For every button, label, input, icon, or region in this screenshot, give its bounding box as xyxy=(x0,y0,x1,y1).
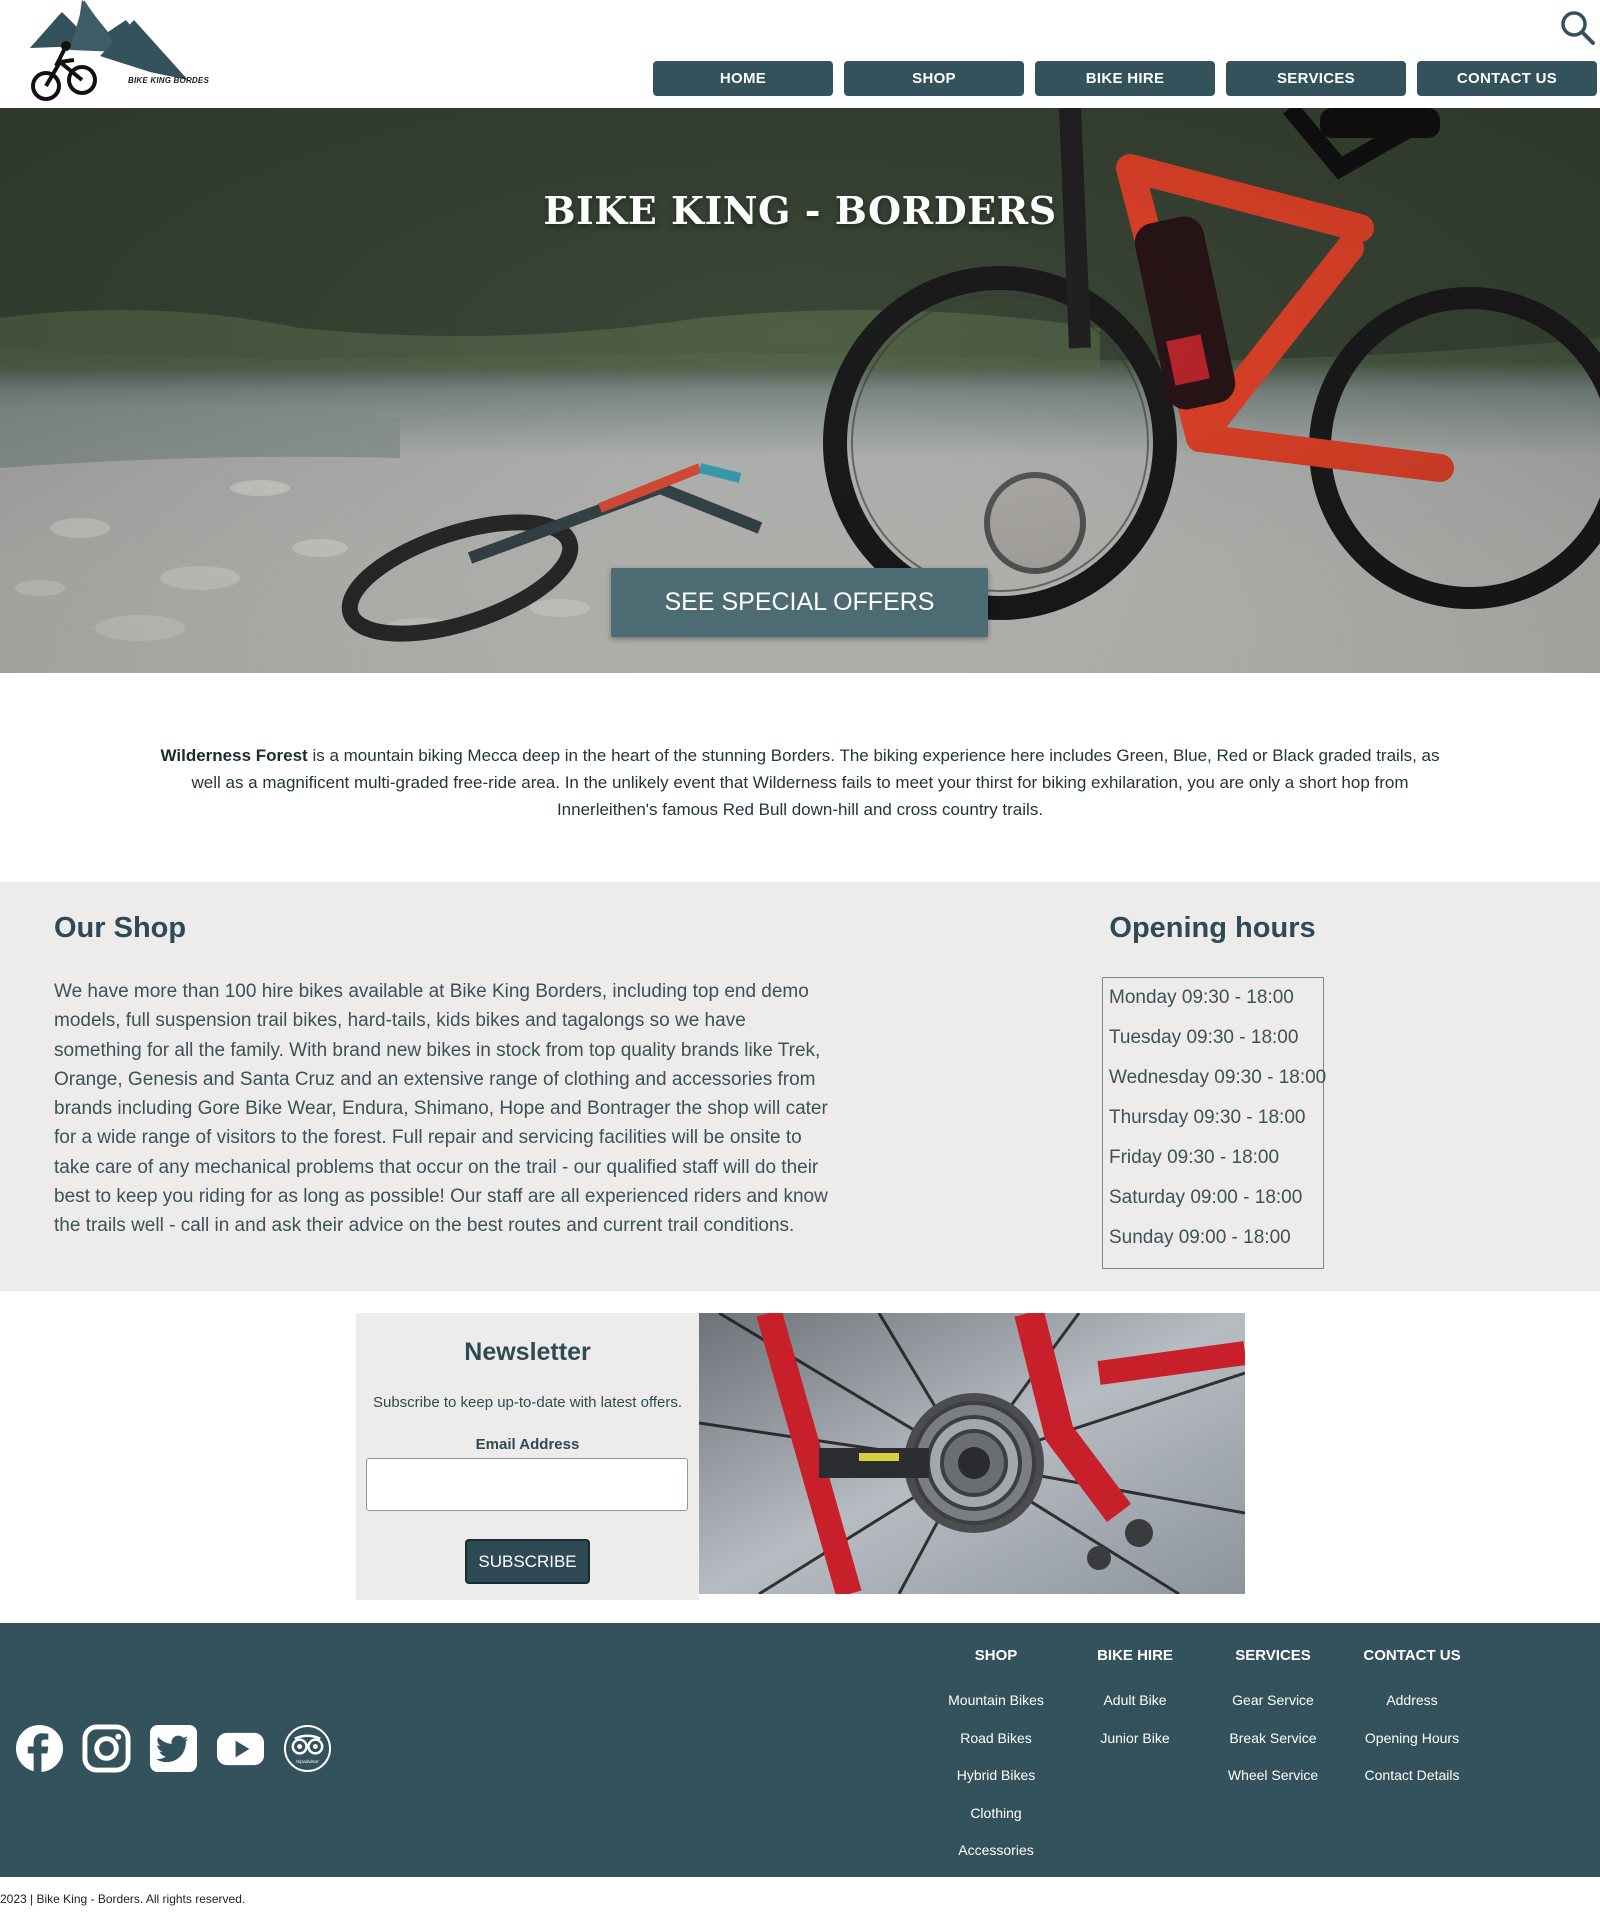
search-button[interactable] xyxy=(1560,10,1596,46)
shop-description: We have more than 100 hire bikes availab… xyxy=(54,981,828,1237)
hours-row-tuesday: Tuesday 09:30 - 18:00 xyxy=(1109,1027,1299,1048)
footer-col-bike-hire: BIKE HIRE Adult Bike Junior Bike xyxy=(1065,1647,1205,1766)
logo-mark-icon xyxy=(30,0,188,101)
footer-link-gear-service[interactable]: Gear Service xyxy=(1203,1691,1343,1729)
footer-col-services: SERVICES Gear Service Break Service Whee… xyxy=(1203,1647,1343,1804)
footer-link-junior-bike[interactable]: Junior Bike xyxy=(1065,1729,1205,1767)
instagram-icon[interactable] xyxy=(82,1724,131,1773)
footer-contact-us-title[interactable]: CONTACT US xyxy=(1342,1647,1482,1691)
cassette-image xyxy=(699,1313,1245,1594)
opening-hours-title: Opening hours xyxy=(1109,912,1316,944)
footer-col-shop: SHOP Mountain Bikes Road Bikes Hybrid Bi… xyxy=(926,1647,1066,1879)
main-nav: HOME SHOP BIKE HIRE SERVICES CONTACT US xyxy=(653,61,1597,96)
footer-link-mountain-bikes[interactable]: Mountain Bikes xyxy=(926,1691,1066,1729)
footer-bike-hire-title[interactable]: BIKE HIRE xyxy=(1065,1647,1205,1691)
hours-row-saturday: Saturday 09:00 - 18:00 xyxy=(1109,1187,1303,1208)
social-links: tripadvisor xyxy=(15,1724,332,1773)
tripadvisor-wordmark: tripadvisor xyxy=(296,1759,319,1765)
footer-link-contact-details[interactable]: Contact Details xyxy=(1342,1766,1482,1804)
nav-shop[interactable]: SHOP xyxy=(844,61,1024,96)
logo[interactable]: BIKE KING BORDES xyxy=(30,0,209,104)
opening-hours-table: Monday 09:30 - 18:00 Tuesday 09:30 - 18:… xyxy=(1102,977,1327,1269)
footer-link-accessories[interactable]: Accessories xyxy=(926,1841,1066,1879)
footer-link-wheel-service[interactable]: Wheel Service xyxy=(1203,1766,1343,1804)
footer-col-contact-us: CONTACT US Address Opening Hours Contact… xyxy=(1342,1647,1482,1804)
subscribe-button[interactable]: SUBSCRIBE xyxy=(465,1539,590,1584)
intro-body: is a mountain biking Mecca deep in the h… xyxy=(191,746,1440,819)
site-header: BIKE KING BORDES HOME SHOP BIKE HIRE SER… xyxy=(0,0,1600,108)
search-icon xyxy=(1561,11,1595,45)
hours-row-wednesday: Wednesday 09:30 - 18:00 xyxy=(1109,1067,1327,1088)
footer-link-break-service[interactable]: Break Service xyxy=(1203,1729,1343,1767)
nav-bike-hire[interactable]: BIKE HIRE xyxy=(1035,61,1215,96)
footer-link-hybrid-bikes[interactable]: Hybrid Bikes xyxy=(926,1766,1066,1804)
footer-services-title[interactable]: SERVICES xyxy=(1203,1647,1343,1691)
facebook-icon[interactable] xyxy=(15,1724,64,1773)
footer-link-opening-hours[interactable]: Opening Hours xyxy=(1342,1729,1482,1767)
nav-contact-us[interactable]: CONTACT US xyxy=(1417,61,1597,96)
email-field[interactable] xyxy=(366,1458,688,1511)
youtube-icon[interactable] xyxy=(216,1724,265,1773)
shop-section: Our Shop We have more than 100 hire bike… xyxy=(0,882,1600,1291)
bike-cassette-image xyxy=(699,1313,1245,1594)
footer-link-clothing[interactable]: Clothing xyxy=(926,1804,1066,1842)
newsletter-title: Newsletter xyxy=(464,1338,591,1366)
twitter-icon[interactable] xyxy=(149,1724,198,1773)
footer-shop-title[interactable]: SHOP xyxy=(926,1647,1066,1691)
footer-link-road-bikes[interactable]: Road Bikes xyxy=(926,1729,1066,1767)
site-footer: tripadvisor SHOP Mountain Bikes Road Bik… xyxy=(0,1623,1600,1877)
hours-row-friday: Friday 09:30 - 18:00 xyxy=(1109,1147,1280,1168)
intro-highlight: Wilderness Forest xyxy=(160,746,308,765)
email-label: Email Address xyxy=(475,1436,580,1453)
hours-row-thursday: Thursday 09:30 - 18:00 xyxy=(1109,1107,1306,1128)
nav-services[interactable]: SERVICES xyxy=(1226,61,1406,96)
nav-home[interactable]: HOME xyxy=(653,61,833,96)
tripadvisor-icon[interactable]: tripadvisor xyxy=(283,1724,332,1773)
logo-text: BIKE KING BORDES xyxy=(128,76,209,85)
hero-banner: BIKE KING - BORDERS SEE SPECIAL OFFERS xyxy=(0,108,1600,673)
hours-row-sunday: Sunday 09:00 - 18:00 xyxy=(1109,1227,1291,1248)
shop-title: Our Shop xyxy=(54,912,187,944)
hours-row-monday: Monday 09:30 - 18:00 xyxy=(1109,987,1294,1008)
special-offers-button[interactable]: SEE SPECIAL OFFERS xyxy=(611,568,988,637)
hero-title: BIKE KING - BORDERS xyxy=(543,188,1057,233)
newsletter-subtitle: Subscribe to keep up-to-date with latest… xyxy=(372,1394,683,1411)
footer-link-adult-bike[interactable]: Adult Bike xyxy=(1065,1691,1205,1729)
newsletter-card: Newsletter Subscribe to keep up-to-date … xyxy=(356,1313,699,1600)
footer-link-address[interactable]: Address xyxy=(1342,1691,1482,1729)
intro-paragraph: Wilderness Forest is a mountain biking M… xyxy=(160,742,1440,823)
copyright-text: 2023 | Bike King - Borders. All rights r… xyxy=(0,1892,246,1906)
